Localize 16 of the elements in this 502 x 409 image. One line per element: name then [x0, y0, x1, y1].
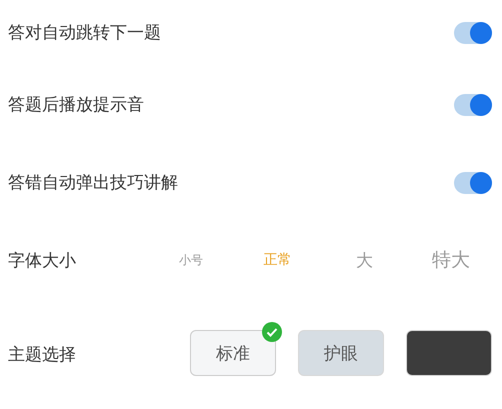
- setting-label: 答对自动跳转下一题: [8, 22, 161, 44]
- font-size-option[interactable]: 正常: [242, 251, 313, 270]
- setting-label: 答错自动弹出技巧讲解: [8, 172, 178, 194]
- theme-option[interactable]: 护眼: [298, 330, 384, 376]
- check-icon: [262, 322, 282, 342]
- setting-label: 字体大小: [8, 250, 76, 272]
- theme-option[interactable]: [406, 330, 492, 376]
- setting-label: 主题选择: [8, 344, 76, 366]
- theme-option[interactable]: 标准: [190, 330, 276, 376]
- font-size-option[interactable]: 大: [329, 248, 400, 272]
- toggle-switch[interactable]: [454, 172, 492, 194]
- setting-label: 答题后播放提示音: [8, 94, 144, 116]
- font-size-option[interactable]: 特大: [416, 247, 486, 274]
- toggle-switch[interactable]: [454, 22, 492, 44]
- toggle-switch[interactable]: [454, 94, 492, 116]
- font-size-option[interactable]: 小号: [156, 252, 226, 269]
